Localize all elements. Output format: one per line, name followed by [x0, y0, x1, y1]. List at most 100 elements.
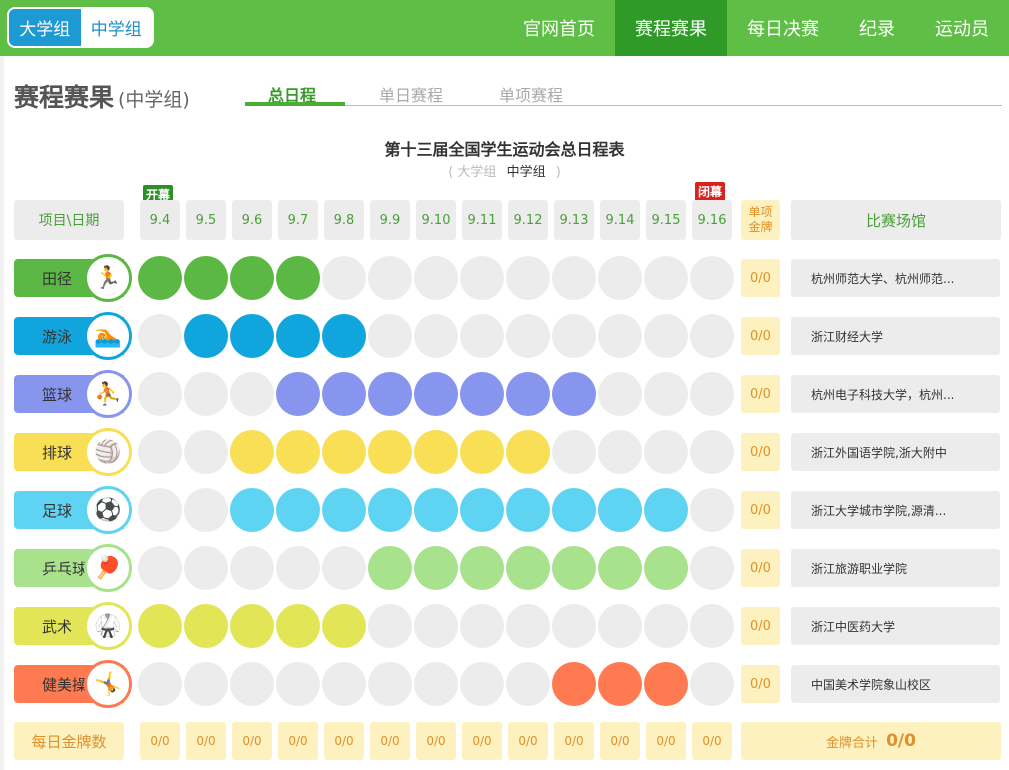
event-day-active[interactable] [184, 256, 228, 300]
group-switch: 大学组 中学组 [7, 7, 154, 48]
event-day-active[interactable] [598, 662, 642, 706]
event-day-active[interactable] [276, 372, 320, 416]
event-day-active[interactable] [230, 314, 274, 358]
daily-medal-label: 每日金牌数 [14, 722, 124, 760]
date-header[interactable]: 9.14 [600, 200, 640, 240]
event-day-empty [506, 314, 550, 358]
daily-medal-count: 0/0 [324, 722, 364, 760]
event-day-active[interactable] [322, 372, 366, 416]
event-day-empty [230, 546, 274, 590]
event-day-active[interactable] [414, 546, 458, 590]
tab-daily-schedule[interactable]: 单日赛程 [379, 82, 443, 106]
event-day-active[interactable] [276, 256, 320, 300]
nav-athletes[interactable]: 运动员 [915, 0, 1009, 56]
event-day-active[interactable] [506, 430, 550, 474]
sport-medal-count: 0/0 [741, 607, 780, 645]
event-day-active[interactable] [414, 372, 458, 416]
event-day-active[interactable] [506, 372, 550, 416]
date-header[interactable]: 9.5 [186, 200, 226, 240]
event-day-empty [322, 546, 366, 590]
sport-medal-count: 0/0 [741, 317, 780, 355]
event-day-active[interactable] [552, 662, 596, 706]
date-header[interactable]: 9.10 [416, 200, 456, 240]
event-day-active[interactable] [322, 604, 366, 648]
date-header[interactable]: 9.15 [646, 200, 686, 240]
event-day-empty [690, 662, 734, 706]
event-day-active[interactable] [368, 546, 412, 590]
event-day-active[interactable] [138, 604, 182, 648]
date-header[interactable]: 9.11 [462, 200, 502, 240]
event-day-empty [414, 604, 458, 648]
date-header[interactable]: 9.4 [140, 200, 180, 240]
sport-pictogram-icon: 🥋 [84, 602, 132, 650]
sport-medal-count: 0/0 [741, 259, 780, 297]
event-day-active[interactable] [644, 546, 688, 590]
event-day-empty [644, 430, 688, 474]
event-day-active[interactable] [552, 372, 596, 416]
event-day-empty [184, 546, 228, 590]
middle-school-group-toggle[interactable]: 中学组 [80, 9, 152, 46]
event-day-active[interactable] [230, 488, 274, 532]
event-day-empty [460, 314, 504, 358]
event-day-active[interactable] [230, 256, 274, 300]
event-day-active[interactable] [230, 604, 274, 648]
nav-daily-finals[interactable]: 每日决赛 [727, 0, 839, 56]
event-day-active[interactable] [230, 430, 274, 474]
date-header[interactable]: 9.12 [508, 200, 548, 240]
event-day-empty [644, 314, 688, 358]
event-day-empty [368, 256, 412, 300]
event-day-active[interactable] [552, 488, 596, 532]
date-header[interactable]: 9.9 [370, 200, 410, 240]
sport-medal-count: 0/0 [741, 549, 780, 587]
main-nav: 官网首页 赛程赛果 每日决赛 纪录 运动员 [503, 0, 1009, 56]
event-day-active[interactable] [644, 662, 688, 706]
event-day-active[interactable] [138, 256, 182, 300]
event-day-active[interactable] [368, 430, 412, 474]
event-day-active[interactable] [368, 372, 412, 416]
date-header[interactable]: 9.13 [554, 200, 594, 240]
sport-pictogram-icon: ⛹ [84, 370, 132, 418]
event-day-active[interactable] [598, 488, 642, 532]
date-header[interactable]: 9.7 [278, 200, 318, 240]
date-header[interactable]: 9.8 [324, 200, 364, 240]
date-header[interactable]: 9.16 [692, 200, 732, 240]
tab-event-schedule[interactable]: 单项赛程 [499, 82, 563, 106]
event-day-active[interactable] [460, 546, 504, 590]
event-day-active[interactable] [460, 488, 504, 532]
nav-home[interactable]: 官网首页 [503, 0, 615, 56]
event-day-active[interactable] [414, 488, 458, 532]
event-day-empty [368, 314, 412, 358]
header-medal-text: 单项金牌 [748, 205, 773, 234]
event-day-empty [690, 372, 734, 416]
university-group-toggle[interactable]: 大学组 [9, 9, 81, 46]
nav-schedule-results[interactable]: 赛程赛果 [615, 0, 727, 56]
event-day-empty [276, 662, 320, 706]
daily-medal-count: 0/0 [416, 722, 456, 760]
event-day-active[interactable] [460, 372, 504, 416]
event-day-active[interactable] [184, 604, 228, 648]
event-day-active[interactable] [276, 430, 320, 474]
event-day-active[interactable] [276, 604, 320, 648]
event-day-empty [184, 372, 228, 416]
event-day-active[interactable] [506, 546, 550, 590]
event-day-active[interactable] [322, 488, 366, 532]
sub-university-link[interactable]: 大学组 [457, 165, 496, 180]
event-day-empty [644, 256, 688, 300]
event-day-active[interactable] [460, 430, 504, 474]
daily-medal-count: 0/0 [600, 722, 640, 760]
event-day-empty [138, 372, 182, 416]
event-day-empty [460, 604, 504, 648]
event-day-active[interactable] [322, 430, 366, 474]
nav-records[interactable]: 纪录 [839, 0, 915, 56]
event-day-active[interactable] [276, 488, 320, 532]
event-day-active[interactable] [506, 488, 550, 532]
event-day-active[interactable] [322, 314, 366, 358]
event-day-active[interactable] [644, 488, 688, 532]
event-day-active[interactable] [276, 314, 320, 358]
event-day-active[interactable] [368, 488, 412, 532]
event-day-active[interactable] [184, 314, 228, 358]
event-day-active[interactable] [414, 430, 458, 474]
event-day-active[interactable] [552, 546, 596, 590]
event-day-active[interactable] [598, 546, 642, 590]
date-header[interactable]: 9.6 [232, 200, 272, 240]
